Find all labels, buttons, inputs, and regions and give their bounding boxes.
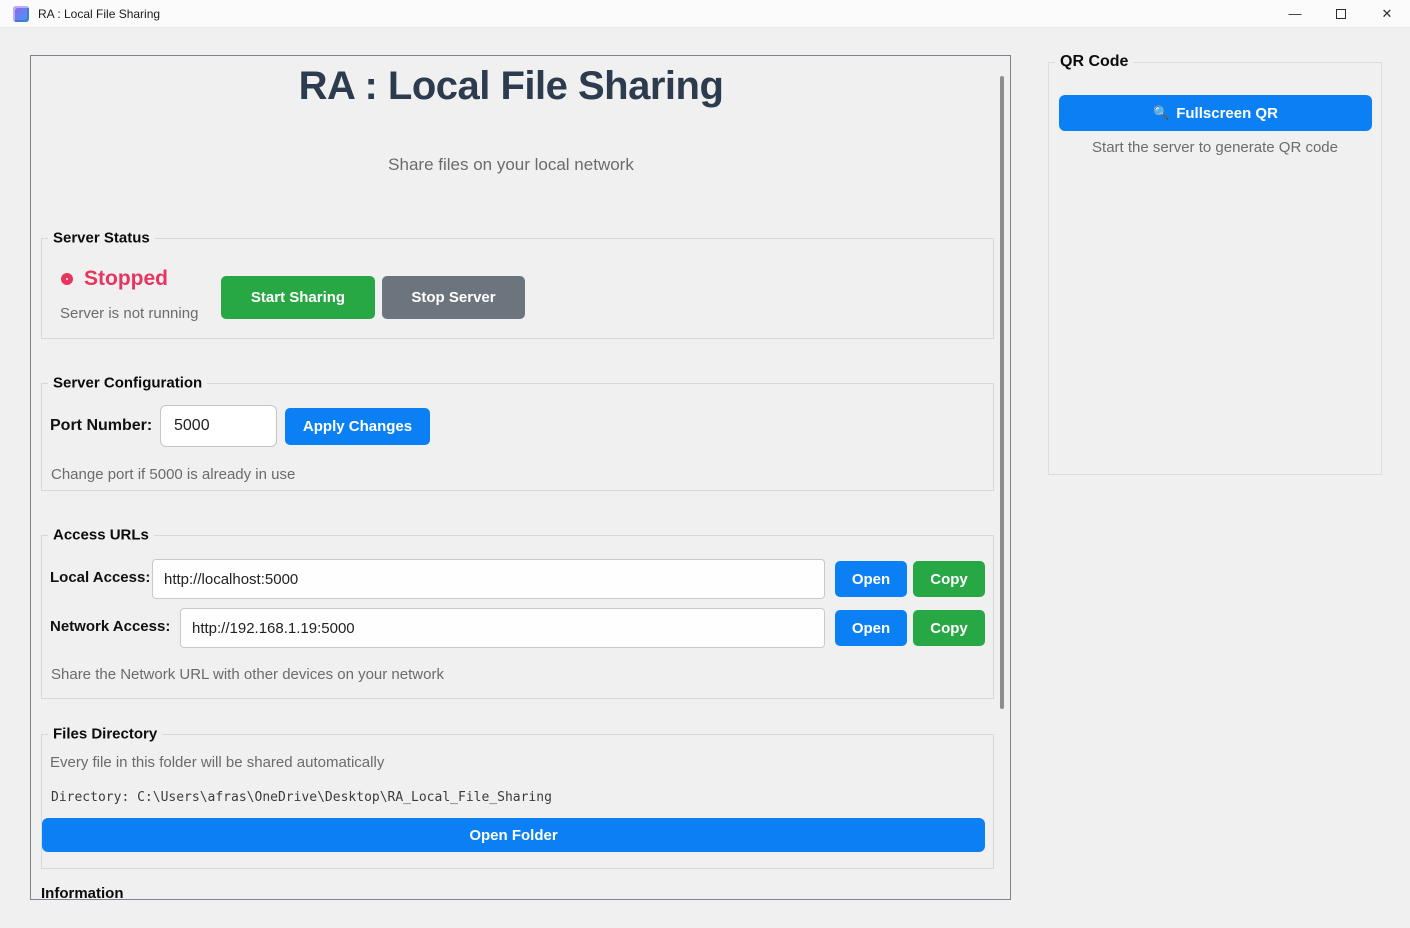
- apply-changes-button[interactable]: Apply Changes: [285, 408, 430, 445]
- files-directory-group: Files Directory Every file in this folde…: [41, 734, 994, 869]
- app-icon: [13, 6, 29, 22]
- network-copy-button[interactable]: Copy: [913, 610, 985, 646]
- stopped-status-icon: [61, 273, 73, 285]
- port-number-input[interactable]: [160, 405, 277, 447]
- files-directory-hint: Every file in this folder will be shared…: [50, 754, 384, 771]
- local-open-button[interactable]: Open: [835, 561, 907, 597]
- page-subtitle: Share files on your local network: [31, 155, 991, 175]
- network-open-button[interactable]: Open: [835, 610, 907, 646]
- network-share-hint: Share the Network URL with other devices…: [51, 666, 444, 683]
- port-number-label: Port Number:: [50, 417, 152, 435]
- close-button[interactable]: ✕: [1364, 0, 1410, 27]
- server-configuration-group: Server Configuration Port Number: Apply …: [41, 383, 994, 491]
- qr-code-legend: QR Code: [1055, 53, 1133, 71]
- directory-path: Directory: C:\Users\afras\OneDrive\Deskt…: [51, 790, 552, 805]
- maximize-button[interactable]: [1318, 0, 1364, 27]
- open-folder-button[interactable]: Open Folder: [42, 818, 985, 852]
- access-urls-legend: Access URLs: [48, 527, 154, 544]
- local-access-input[interactable]: [152, 559, 825, 599]
- magnifier-icon: 🔍: [1153, 105, 1169, 121]
- network-access-input[interactable]: [180, 608, 825, 648]
- stop-server-button[interactable]: Stop Server: [382, 276, 525, 319]
- local-copy-button[interactable]: Copy: [913, 561, 985, 597]
- minimize-button[interactable]: —: [1272, 0, 1318, 27]
- status-label: Stopped: [84, 267, 168, 291]
- status-detail: Server is not running: [60, 305, 198, 322]
- server-status-legend: Server Status: [48, 230, 155, 247]
- maximize-icon: [1336, 9, 1346, 19]
- status-row: Stopped: [61, 267, 168, 291]
- window-controls: — ✕: [1272, 0, 1410, 27]
- title-bar: RA : Local File Sharing — ✕: [0, 0, 1410, 28]
- files-directory-legend: Files Directory: [48, 726, 162, 743]
- fullscreen-qr-label: Fullscreen QR: [1176, 105, 1278, 122]
- qr-hint: Start the server to generate QR code: [1049, 139, 1381, 156]
- window-title: RA : Local File Sharing: [38, 7, 160, 21]
- main-panel: RA : Local File Sharing Share files on y…: [30, 55, 1011, 900]
- server-configuration-legend: Server Configuration: [48, 375, 207, 392]
- page-title: RA : Local File Sharing: [31, 64, 991, 109]
- information-legend: Information: [41, 885, 124, 900]
- network-access-label: Network Access:: [50, 618, 170, 635]
- start-sharing-button[interactable]: Start Sharing: [221, 276, 375, 319]
- port-hint: Change port if 5000 is already in use: [51, 466, 295, 483]
- access-urls-group: Access URLs Local Access: Open Copy Netw…: [41, 535, 994, 699]
- local-access-label: Local Access:: [50, 569, 150, 586]
- qr-code-panel: QR Code 🔍 Fullscreen QR Start the server…: [1048, 62, 1382, 475]
- fullscreen-qr-button[interactable]: 🔍 Fullscreen QR: [1059, 95, 1372, 131]
- vertical-scrollbar[interactable]: [1000, 76, 1004, 709]
- server-status-group: Server Status Stopped Server is not runn…: [41, 238, 994, 339]
